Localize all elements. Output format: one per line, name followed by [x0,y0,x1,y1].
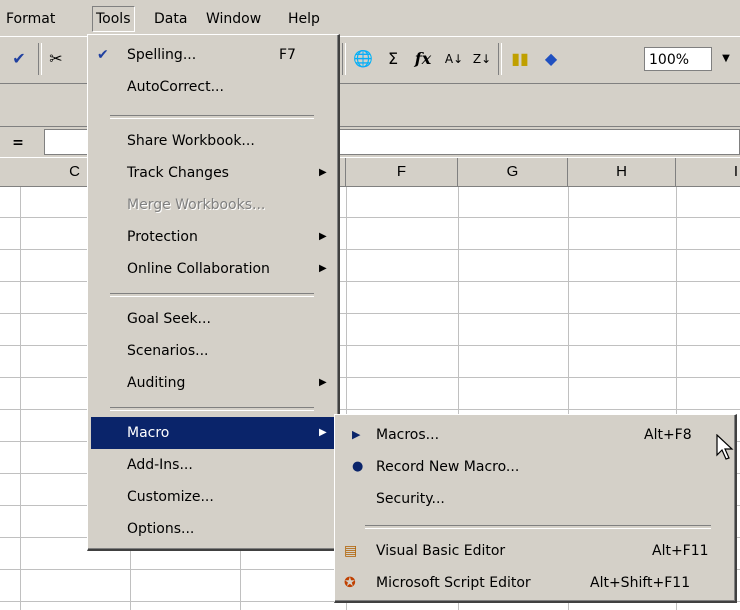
menu-item-add-ins[interactable]: Add-Ins... [91,449,335,481]
menu-item-macro[interactable]: Macro ▶ [91,417,335,449]
menu-separator [365,525,711,529]
menu-help[interactable]: Help [284,7,324,31]
menu-item-visual-basic-editor[interactable]: ▤ Visual Basic Editor Alt+F11 [338,535,732,567]
sort-descending-icon[interactable]: Z↓ [470,45,494,73]
menu-item-goal-seek[interactable]: Goal Seek... [91,303,335,335]
toolbar-separator [38,43,42,75]
submenu-arrow-icon: ▶ [319,167,327,178]
menu-item-customize[interactable]: Customize... [91,481,335,513]
menu-format[interactable]: Format [2,7,59,31]
menu-item-options[interactable]: Options... [91,513,335,545]
submenu-arrow-icon: ▶ [319,377,327,388]
column-header-i[interactable]: I [676,158,740,186]
menu-bar: Format Tools Data Window Help [0,0,740,37]
script-editor-icon: ✪ [344,575,356,591]
record-icon: ● [352,459,364,474]
function-icon[interactable]: fx [410,45,436,73]
submenu-arrow-icon: ▶ [319,263,327,274]
menu-tools[interactable]: Tools [92,6,135,32]
menu-item-online-collaboration[interactable]: Online Collaboration ▶ [91,253,335,285]
menu-item-macros[interactable]: ▶ Macros... Alt+F8 [338,419,732,451]
menu-item-track-changes[interactable]: Track Changes ▶ [91,157,335,189]
edit-formula-button[interactable]: = [8,133,28,153]
chart-wizard-icon[interactable]: ▮▮ [506,45,534,73]
menu-item-protection[interactable]: Protection ▶ [91,221,335,253]
toolbar-separator [342,43,346,75]
cut-icon[interactable]: ✂ [44,45,68,73]
submenu-arrow-icon: ▶ [319,231,327,242]
menu-window[interactable]: Window [202,7,265,31]
column-header-h[interactable]: H [568,158,676,186]
hyperlink-icon[interactable]: 🌐 [350,45,376,73]
menu-item-autocorrect[interactable]: AutoCorrect... [91,71,335,103]
menu-item-merge-workbooks: Merge Workbooks... [127,197,266,213]
menu-item-auditing[interactable]: Auditing ▶ [91,367,335,399]
chevron-down-icon[interactable]: ▼ [716,47,736,71]
menu-item-microsoft-script-editor[interactable]: ✪ Microsoft Script Editor Alt+Shift+F11 [338,567,732,599]
autosum-icon[interactable]: Σ [382,45,404,73]
menu-item-share-workbook[interactable]: Share Workbook... [91,125,335,157]
tools-menu: ✔ Spelling... F7 AutoCorrect... Share Wo… [87,34,340,551]
spelling-check-icon[interactable]: ✔ [6,45,32,73]
zoom-select[interactable]: 100% [644,47,712,71]
menu-item-scenarios[interactable]: Scenarios... [91,335,335,367]
column-header-f[interactable]: F [346,158,458,186]
column-header-g[interactable]: G [458,158,568,186]
mouse-cursor-icon [716,434,734,460]
toolbar-separator [498,43,502,75]
menu-separator [110,407,314,411]
spelling-icon: ✔ [97,47,109,63]
menu-item-spelling[interactable]: ✔ Spelling... F7 [91,39,335,71]
sort-ascending-icon[interactable]: A↓ [442,45,466,73]
macro-submenu: ▶ Macros... Alt+F8 ● Record New Macro...… [334,414,737,603]
menu-data[interactable]: Data [150,7,191,31]
menu-separator [110,115,314,119]
vb-editor-icon: ▤ [344,543,358,559]
play-icon: ▶ [352,428,361,441]
submenu-arrow-icon: ▶ [319,427,327,438]
menu-item-security[interactable]: Security... [338,483,732,515]
menu-item-record-new-macro[interactable]: ● Record New Macro... [338,451,732,483]
menu-separator [110,293,314,297]
drawing-icon[interactable]: ◆ [538,45,564,73]
